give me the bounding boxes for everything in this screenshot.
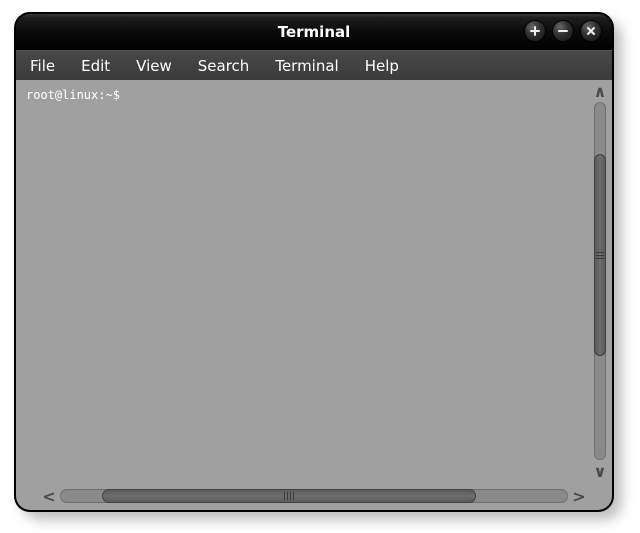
scroll-down-icon[interactable]: ∨	[591, 462, 609, 480]
terminal-output[interactable]: root@linux:~$	[16, 80, 588, 482]
menu-view[interactable]: View	[136, 57, 172, 75]
horizontal-scroll-thumb[interactable]	[102, 489, 476, 503]
content-area: root@linux:~$ ∧ ∨ < >	[16, 80, 612, 510]
window-title: Terminal	[278, 23, 351, 41]
menu-help[interactable]: Help	[365, 57, 399, 75]
titlebar: Terminal	[16, 14, 612, 50]
window-buttons	[524, 20, 602, 42]
vertical-scroll-thumb[interactable]	[594, 154, 606, 356]
scroll-left-icon[interactable]: <	[40, 486, 58, 506]
menu-file[interactable]: File	[30, 57, 55, 75]
shell-prompt: root@linux:~$	[26, 88, 120, 102]
scroll-up-icon[interactable]: ∧	[591, 82, 609, 100]
menubar: File Edit View Search Terminal Help	[16, 50, 612, 82]
menu-terminal[interactable]: Terminal	[275, 57, 338, 75]
horizontal-scrollbar: < >	[42, 486, 586, 506]
scroll-right-icon[interactable]: >	[570, 486, 588, 506]
close-button[interactable]	[580, 20, 602, 42]
vertical-scrollbar: ∧ ∨	[591, 84, 609, 478]
terminal-window: Terminal File Edit View Search Terminal …	[14, 12, 614, 512]
menu-edit[interactable]: Edit	[81, 57, 110, 75]
minimize-button[interactable]	[552, 20, 574, 42]
menu-search[interactable]: Search	[198, 57, 250, 75]
new-tab-button[interactable]	[524, 20, 546, 42]
